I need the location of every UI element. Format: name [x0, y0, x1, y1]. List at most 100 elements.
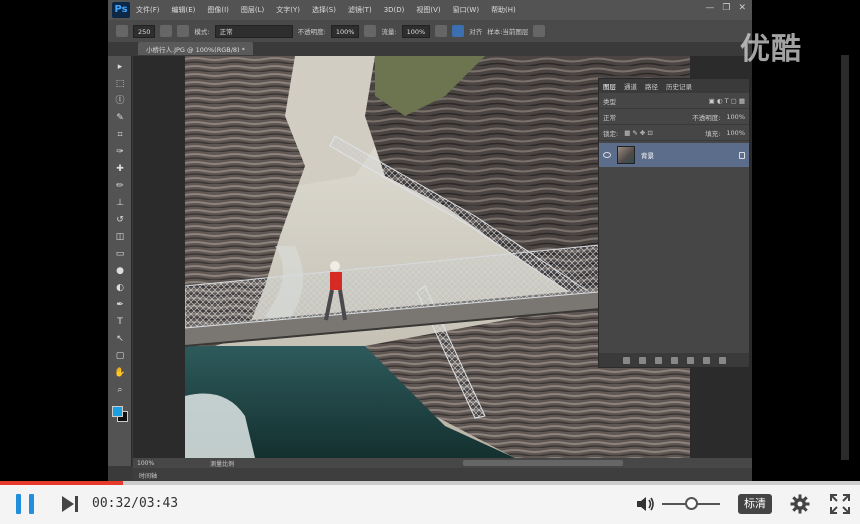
gradient-tool-icon[interactable]: ▭	[112, 248, 128, 260]
hand-tool-icon[interactable]: ✋	[112, 367, 128, 379]
eraser-tool-icon[interactable]: ◫	[112, 231, 128, 243]
lasso-tool-icon[interactable]: ⓛ	[112, 95, 128, 107]
type-tool-icon[interactable]: T	[112, 316, 128, 328]
lock-icons[interactable]: ▦ ✎ ✥ ⊡	[624, 129, 653, 137]
move-tool-icon[interactable]: ▸	[112, 61, 128, 73]
layer-blend-row: 正常 不透明度: 100%	[599, 109, 749, 125]
filter-icons[interactable]: ▣ ◐ T ▢ ▦	[709, 97, 745, 105]
volume-icon[interactable]	[636, 495, 656, 513]
time-display: 00:32/03:43	[92, 496, 179, 511]
tab-channels[interactable]: 通道	[624, 81, 637, 91]
kind-filter-select[interactable]: 类型	[603, 96, 616, 106]
blend-mode-select[interactable]: 正常	[214, 24, 293, 38]
crop-tool-icon[interactable]: ⌗	[112, 129, 128, 141]
shape-tool-icon[interactable]: ▢	[112, 350, 128, 362]
marquee-tool-icon[interactable]: ⬚	[112, 78, 128, 90]
aligned-label: 对齐	[469, 28, 483, 36]
restore-icon[interactable]: ❐	[722, 3, 730, 13]
history-brush-tool-icon[interactable]: ↺	[112, 214, 128, 226]
new-layer-icon[interactable]	[702, 356, 710, 364]
menu-file[interactable]: 文件(F)	[136, 5, 160, 15]
canvas-horizontal-scrollbar[interactable]	[463, 460, 623, 466]
menu-type[interactable]: 文字(Y)	[276, 5, 300, 15]
fullscreen-icon[interactable]	[830, 494, 850, 514]
layer-mask-icon[interactable]	[654, 356, 662, 364]
document-info[interactable]: 测量比例	[210, 459, 234, 468]
minimize-icon[interactable]: —	[705, 3, 714, 13]
fill-input[interactable]: 100%	[726, 129, 745, 137]
document-tab[interactable]: 小桥行人.JPG @ 100%(RGB/8) *	[138, 42, 253, 55]
clone-stamp-tool-icon[interactable]: ⊥	[112, 197, 128, 209]
clone-stamp-tool-icon[interactable]	[116, 25, 128, 37]
opacity-input[interactable]: 100%	[330, 24, 360, 38]
brush-tool-icon[interactable]: ✏	[112, 180, 128, 192]
menu-edit[interactable]: 编辑(E)	[172, 5, 196, 15]
pressure-opacity-icon[interactable]	[364, 25, 377, 37]
menu-view[interactable]: 视图(V)	[416, 5, 440, 15]
flow-label: 流量:	[381, 28, 397, 36]
zoom-tool-icon[interactable]: ⌕	[112, 384, 128, 396]
video-stage[interactable]: Ps 文件(F) 编辑(E) 图像(I) 图层(L) 文字(Y) 选择(S) 滤…	[0, 0, 860, 481]
layer-background[interactable]: 背景	[599, 143, 749, 167]
menu-layer[interactable]: 图层(L)	[241, 5, 264, 15]
quality-button[interactable]: 标清	[738, 494, 772, 514]
layer-opacity-input[interactable]: 100%	[726, 113, 745, 121]
lock-icon	[739, 151, 745, 159]
new-group-icon[interactable]	[686, 356, 694, 364]
sample-label: 样本:当前图层	[487, 28, 529, 36]
menu-image[interactable]: 图像(I)	[207, 5, 229, 15]
brush-size-picker[interactable]: 250	[133, 24, 156, 38]
youku-watermark: 优酷	[740, 32, 802, 67]
delete-layer-icon[interactable]	[718, 356, 726, 364]
clone-source-icon[interactable]	[177, 25, 190, 37]
close-icon[interactable]: ✕	[738, 3, 746, 13]
ignore-adjustment-icon[interactable]	[533, 25, 546, 37]
layer-style-icon[interactable]	[638, 356, 646, 364]
layer-opacity-label: 不透明度:	[692, 113, 721, 122]
volume-knob[interactable]	[685, 497, 698, 510]
window-controls: — ❐ ✕	[705, 3, 746, 13]
menu-3d[interactable]: 3D(D)	[384, 6, 405, 14]
canvas-vertical-scrollbar[interactable]	[841, 55, 849, 460]
foreground-color-swatch[interactable]	[112, 406, 123, 417]
player-controls: 00:32/03:43 标清	[0, 485, 860, 524]
menu-filter[interactable]: 滤镜(T)	[348, 5, 372, 15]
flow-input[interactable]: 100%	[401, 24, 431, 38]
healing-brush-tool-icon[interactable]: ✚	[112, 163, 128, 175]
menu-help[interactable]: 帮助(H)	[491, 5, 516, 15]
link-layers-icon[interactable]	[622, 356, 630, 364]
eyedropper-tool-icon[interactable]: ✑	[112, 146, 128, 158]
menu-bar: Ps 文件(F) 编辑(E) 图像(I) 图层(L) 文字(Y) 选择(S) 滤…	[108, 0, 752, 20]
tools-panel: ▸ ⬚ ⓛ ✎ ⌗ ✑ ✚ ✏ ⊥ ↺ ◫ ▭ ● ◐ ✒ T ↖ ▢ ✋ ⌕	[108, 56, 132, 466]
blur-tool-icon[interactable]: ●	[112, 265, 128, 277]
aligned-checkbox[interactable]	[452, 25, 465, 37]
layers-panel-tabs: 图层 通道 路径 历史记录	[599, 79, 749, 93]
tab-paths[interactable]: 路径	[645, 81, 658, 91]
next-icon[interactable]	[60, 495, 80, 513]
path-select-tool-icon[interactable]: ↖	[112, 333, 128, 345]
pause-icon-bar-right	[29, 494, 34, 514]
mode-label: 模式:	[194, 28, 210, 36]
eye-icon[interactable]	[603, 152, 611, 158]
layer-filter-row: 类型 ▣ ◐ T ▢ ▦	[599, 93, 749, 109]
airbrush-icon[interactable]	[435, 25, 448, 37]
layer-lock-row: 锁定: ▦ ✎ ✥ ⊡ 填充: 100%	[599, 125, 749, 141]
pause-button[interactable]	[16, 494, 34, 514]
tab-history[interactable]: 历史记录	[666, 81, 692, 91]
adjustment-layer-icon[interactable]	[670, 356, 678, 364]
dodge-tool-icon[interactable]: ◐	[112, 282, 128, 294]
pause-icon-bar-left	[16, 494, 21, 514]
zoom-level[interactable]: 100%	[137, 460, 154, 467]
menu-window[interactable]: 窗口(W)	[453, 5, 479, 15]
photoshop-window: Ps 文件(F) 编辑(E) 图像(I) 图层(L) 文字(Y) 选择(S) 滤…	[108, 0, 849, 481]
quick-select-tool-icon[interactable]: ✎	[112, 112, 128, 124]
brush-panel-icon[interactable]	[160, 25, 173, 37]
status-bar: 100% 测量比例	[133, 458, 752, 468]
layer-blend-mode-select[interactable]: 正常	[603, 112, 616, 122]
pen-tool-icon[interactable]: ✒	[112, 299, 128, 311]
layers-footer	[599, 353, 749, 367]
settings-gear-icon[interactable]	[790, 494, 810, 514]
tab-layers[interactable]: 图层	[603, 81, 616, 91]
menu-select[interactable]: 选择(S)	[312, 5, 336, 15]
timeline-bar[interactable]: 时间轴	[133, 468, 752, 480]
